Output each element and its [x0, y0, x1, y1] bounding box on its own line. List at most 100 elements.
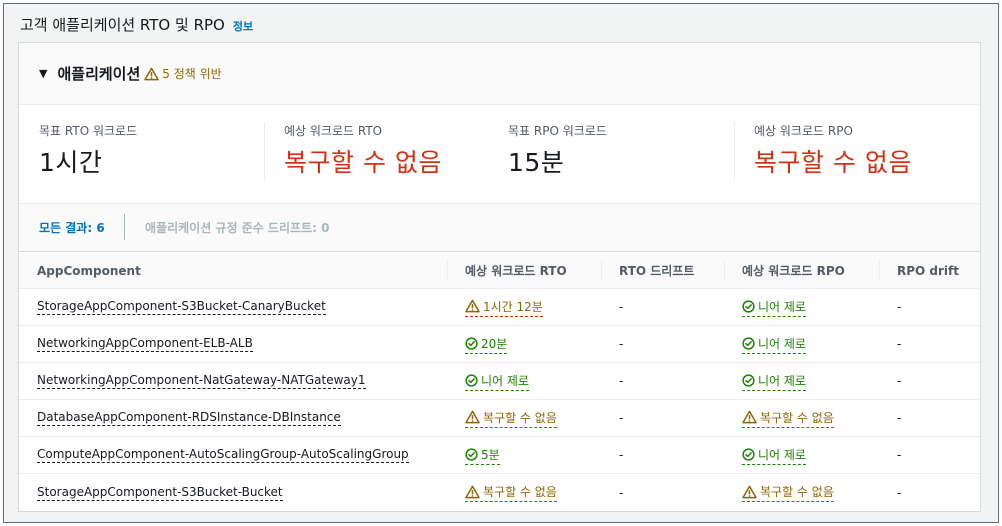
rto-value: 1시간 12분 [483, 299, 543, 314]
rto-status[interactable]: 5분 [465, 446, 500, 465]
info-link[interactable]: 정보 [233, 18, 253, 34]
rpo-drift-cell: - [897, 337, 902, 351]
rto-value: 복구할 수 없음 [483, 410, 557, 425]
rpo-value: 복구할 수 없음 [760, 485, 834, 499]
column-header-label: 예상 워크로드 RTO [465, 264, 567, 278]
results-table: AppComponent 예상 워크로드 RTO RTO 드리프트 예상 워크로… [19, 253, 980, 511]
column-header-rpo-drift[interactable]: RPO drift [879, 253, 980, 288]
rto-status[interactable]: 20분 [465, 335, 508, 354]
rpo-status[interactable]: 니어 제로 [742, 446, 806, 465]
rpo-drift-cell: - [897, 300, 902, 314]
estimated-rto-cell: 1시간 12분 [447, 298, 601, 317]
expander-title: 애플리케이션 [57, 65, 141, 83]
estimated-rto-cell: 5분 [447, 446, 601, 465]
divider [264, 122, 265, 180]
table-row: ComputeAppComponent-AutoScalingGroup-Aut… [19, 437, 980, 474]
metric-value: 복구할 수 없음 [284, 148, 442, 177]
estimated-rto-cell: 20분 [447, 335, 601, 354]
rpo-status[interactable]: 복구할 수 없음 [742, 483, 834, 502]
component-link[interactable]: NetworkingAppComponent-ELB-ALB [37, 336, 253, 352]
divider [734, 122, 735, 180]
estimated-rto-cell: 복구할 수 없음 [447, 483, 601, 502]
rpo-value: 니어 제로 [758, 373, 806, 388]
table-row: StorageAppComponent-S3Bucket-CanaryBucke… [19, 289, 980, 326]
rto-status[interactable]: 1시간 12분 [465, 298, 543, 317]
rpo-value: 니어 제로 [758, 299, 806, 314]
component-cell: StorageAppComponent-S3Bucket-CanaryBucke… [19, 299, 447, 315]
rpo-drift-cell: - [897, 485, 902, 500]
rto-drift-cell: - [619, 337, 624, 351]
tab-all-results[interactable]: 모든 결과: 6 [39, 219, 105, 236]
check-circle-icon [742, 447, 755, 461]
column-header-estimated-rpo[interactable]: 예상 워크로드 RPO [724, 253, 879, 288]
rpo-status[interactable]: 니어 제로 [742, 335, 806, 354]
metric-value: 복구할 수 없음 [754, 148, 912, 177]
rto-drift-cell: - [619, 448, 624, 462]
table-row: NetworkingAppComponent-ELB-ALB 20분 - 니어 제로 - [19, 326, 980, 363]
component-link[interactable]: ComputeAppComponent-AutoScalingGroup-Aut… [37, 447, 409, 463]
component-link[interactable]: StorageAppComponent-S3Bucket-CanaryBucke… [37, 299, 326, 315]
table-row: StorageAppComponent-S3Bucket-Bucket 복구할 수… [19, 474, 980, 511]
metric-label: 예상 워크로드 RTO [284, 124, 383, 138]
rpo-drift-cell: - [897, 448, 902, 462]
metric-estimated-rto: 예상 워크로드 RTO 복구할 수 없음 [264, 106, 488, 202]
metric-label: 예상 워크로드 RPO [754, 124, 853, 138]
metric-value: 1시간 [39, 148, 103, 177]
metric-target-rpo: 목표 RPO 워크로드 15분 [488, 106, 734, 202]
application-expander[interactable]: ▼ 애플리케이션 5 정책 위반 [19, 43, 980, 105]
column-header-rto-drift[interactable]: RTO 드리프트 [601, 253, 724, 288]
estimated-rpo-cell: 복구할 수 없음 [724, 483, 879, 502]
column-header-appcomponent[interactable]: AppComponent [19, 253, 447, 288]
tab-compliance-drift[interactable]: 애플리케이션 규정 준수 드리프트: 0 [145, 219, 329, 236]
rpo-status[interactable]: 복구할 수 없음 [742, 409, 834, 428]
check-circle-icon [465, 447, 478, 461]
policy-violation-count: 5 정책 위반 [162, 67, 222, 81]
rpo-status[interactable]: 니어 제로 [742, 298, 806, 317]
metric-estimated-rpo: 예상 워크로드 RPO 복구할 수 없음 [734, 106, 978, 202]
rto-drift-cell: - [619, 485, 624, 500]
component-cell: NetworkingAppComponent-NatGateway-NATGat… [19, 373, 447, 389]
rpo-drift-cell: - [897, 411, 902, 425]
estimated-rpo-cell: 니어 제로 [724, 298, 879, 317]
check-circle-icon [742, 336, 755, 350]
estimated-rto-cell: 니어 제로 [447, 372, 601, 391]
rto-status[interactable]: 복구할 수 없음 [465, 409, 557, 428]
column-header-label: 예상 워크로드 RPO [742, 264, 845, 278]
application-container: ▼ 애플리케이션 5 정책 위반 목표 RTO 워크로드 1시간 예상 워크로드… [18, 42, 981, 512]
estimated-rpo-cell: 복구할 수 없음 [724, 409, 879, 428]
warning-icon [742, 485, 757, 498]
metric-label: 목표 RPO 워크로드 [508, 124, 607, 138]
metric-value: 15분 [508, 148, 565, 177]
warning-icon [144, 67, 160, 80]
check-circle-icon [465, 373, 478, 387]
estimated-rpo-cell: 니어 제로 [724, 335, 879, 354]
metric-target-rto: 목표 RTO 워크로드 1시간 [19, 106, 264, 202]
metric-label: 목표 RTO 워크로드 [39, 124, 138, 138]
rto-status[interactable]: 니어 제로 [465, 372, 529, 391]
rto-drift-cell: - [619, 300, 624, 314]
table-body: StorageAppComponent-S3Bucket-CanaryBucke… [19, 289, 980, 511]
table-row: NetworkingAppComponent-NatGateway-NATGat… [19, 363, 980, 400]
rpo-status[interactable]: 니어 제로 [742, 372, 806, 391]
rto-drift-cell: - [619, 411, 624, 425]
rpo-value: 복구할 수 없음 [760, 410, 834, 425]
rpo-value: 니어 제로 [758, 336, 806, 351]
column-header-label: RTO 드리프트 [619, 264, 695, 278]
rto-value: 니어 제로 [481, 373, 529, 388]
estimated-rpo-cell: 니어 제로 [724, 372, 879, 391]
section-header: 고객 애플리케이션 RTO 및 RPO 정보 [20, 14, 253, 35]
component-link[interactable]: StorageAppComponent-S3Bucket-Bucket [37, 485, 283, 501]
component-cell: DatabaseAppComponent-RDSInstance-DBInsta… [19, 410, 447, 426]
component-cell: StorageAppComponent-S3Bucket-Bucket [19, 485, 447, 501]
estimated-rpo-cell: 니어 제로 [724, 446, 879, 465]
column-header-label: RPO drift [897, 264, 959, 278]
component-link[interactable]: DatabaseAppComponent-RDSInstance-DBInsta… [37, 410, 341, 426]
tab-bar: 모든 결과: 6 애플리케이션 규정 준수 드리프트: 0 [19, 203, 980, 252]
component-link[interactable]: NetworkingAppComponent-NatGateway-NATGat… [37, 373, 366, 389]
column-header-estimated-rto[interactable]: 예상 워크로드 RTO [447, 253, 601, 288]
rto-drift-cell: - [619, 374, 624, 388]
rto-status[interactable]: 복구할 수 없음 [465, 483, 557, 502]
warning-icon [742, 410, 757, 424]
rto-value: 20분 [481, 336, 508, 351]
rpo-drift-cell: - [897, 374, 902, 388]
